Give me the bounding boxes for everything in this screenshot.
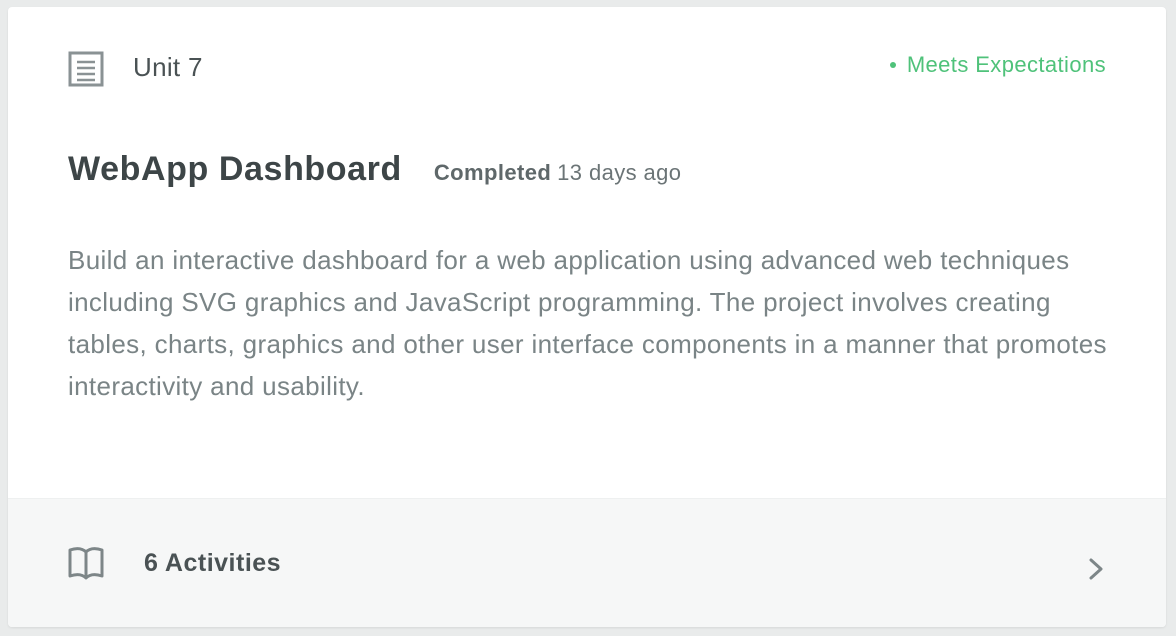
completed-time: 13 days ago [557, 160, 682, 185]
chevron-right-icon[interactable] [1088, 557, 1104, 581]
status-dot-icon [889, 62, 896, 68]
project-title-row: WebApp Dashboard Completed 13 days ago [68, 147, 681, 191]
document-icon [68, 51, 104, 87]
project-description: Build an interactive dashboard for a web… [68, 245, 1107, 401]
activities-link[interactable]: 6 Activities [8, 498, 1166, 627]
status-badge: Meets Expectations [889, 51, 1106, 79]
completed-label: Completed [433, 160, 552, 185]
project-title: WebApp Dashboard [68, 150, 402, 188]
card-header: Unit 7 Meets Expectations [8, 7, 1166, 127]
completion-info: Completed 13 days ago [434, 160, 682, 186]
book-icon [68, 547, 104, 580]
activities-count: 6 Activities [144, 549, 282, 577]
status-label: Meets Expectations [906, 52, 1106, 77]
unit-title: Unit 7 [133, 52, 203, 82]
unit-card: Unit 7 Meets Expectations WebApp Dashboa… [8, 7, 1166, 627]
